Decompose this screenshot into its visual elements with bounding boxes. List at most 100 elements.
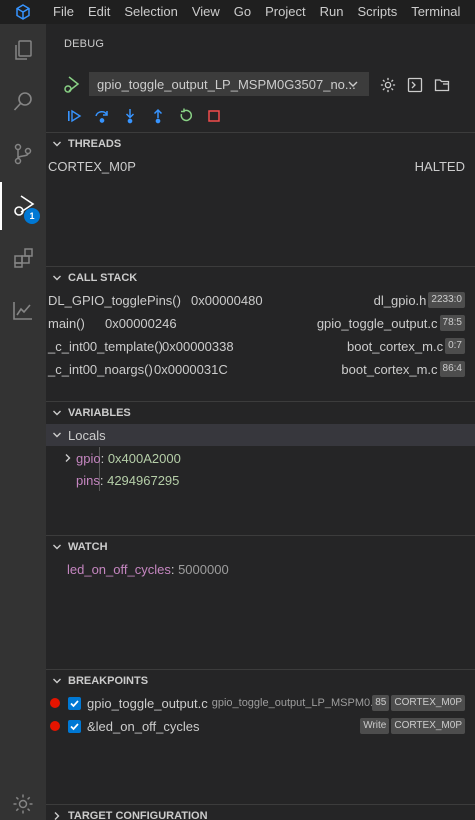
launch-config-select[interactable]: gpio_toggle_output_LP_MSPM0G3507_no... (89, 72, 369, 96)
graph-icon[interactable] (0, 286, 46, 334)
chevron-down-icon (346, 77, 360, 94)
breakpoint-dot-icon (50, 721, 60, 731)
settings-gear-icon[interactable] (0, 780, 46, 820)
frame-function: _c_int00_noargs() (48, 361, 153, 377)
source-control-icon[interactable] (0, 130, 46, 178)
thread-row[interactable]: CORTEX_M0P HALTED (46, 155, 475, 177)
variable-value: 4294967295 (107, 472, 180, 488)
variable-row[interactable]: pins: 4294967295 (46, 469, 475, 491)
stack-frame-row[interactable]: _c_int00_template() 0x00000338 boot_cort… (46, 335, 475, 357)
menu-terminal[interactable]: Terminal (404, 0, 467, 24)
frame-function: main() (48, 315, 85, 331)
debug-sidebar: DEBUG gpio_toggle_output_LP_MSPM0G3507_n… (46, 24, 475, 820)
menu-scripts[interactable]: Scripts (350, 0, 404, 24)
continue-icon[interactable] (60, 104, 88, 128)
variable-name: pins (76, 472, 100, 488)
chevron-down-icon (46, 272, 68, 284)
frame-address: 0x00000480 (191, 292, 263, 308)
run-debug-icon[interactable]: 1 (0, 182, 46, 230)
watch-expression-row[interactable]: led_on_off_cycles: 5000000 (46, 558, 475, 580)
breakpoint-core-badge: CORTEX_M0P (391, 695, 465, 711)
launch-config-row: gpio_toggle_output_LP_MSPM0G3507_no... (46, 72, 475, 98)
start-debugging-icon[interactable] (62, 74, 82, 97)
watch-title: WATCH (68, 540, 108, 553)
watch-expression-value: 5000000 (178, 561, 229, 577)
menu-go[interactable]: Go (227, 0, 258, 24)
locals-scope-row[interactable]: Locals (46, 424, 475, 446)
chevron-down-icon (46, 541, 68, 553)
debug-badge: 1 (24, 208, 40, 224)
frame-file: gpio_toggle_output.c (316, 315, 438, 331)
breakpoint-row[interactable]: gpio_toggle_output.c gpio_toggle_output_… (46, 692, 475, 714)
menu-view[interactable]: View (185, 0, 227, 24)
watch-section-header[interactable]: WATCH (46, 535, 475, 557)
breakpoint-row[interactable]: &led_on_off_cycles Write CORTEX_M0P (46, 715, 475, 737)
menu-run[interactable]: Run (313, 0, 351, 24)
frame-position-badge: 2233:0 (428, 292, 465, 308)
target-configuration-section-header[interactable]: TARGET CONFIGURATION (46, 804, 475, 820)
thread-name: CORTEX_M0P (48, 158, 136, 174)
breakpoint-enabled-checkbox[interactable] (68, 719, 81, 733)
frame-address: 0x00000246 (105, 315, 177, 331)
menu-selection[interactable]: Selection (117, 0, 184, 24)
menu-edit[interactable]: Edit (81, 0, 117, 24)
search-icon[interactable] (0, 78, 46, 126)
chevron-right-icon (46, 810, 68, 820)
activity-bar: 1 (0, 24, 46, 820)
target-configuration-title: TARGET CONFIGURATION (68, 809, 208, 820)
threads-section-header[interactable]: THREADS (46, 132, 475, 154)
variable-value: 0x400A2000 (107, 450, 181, 466)
breakpoint-access-badge: Write (360, 718, 390, 734)
thread-state: HALTED (414, 158, 465, 174)
settings-gear-icon[interactable] (377, 74, 399, 96)
frame-file: boot_cortex_m.c (341, 361, 438, 377)
variable-name: gpio (76, 450, 101, 466)
breakpoints-section-header[interactable]: BREAKPOINTS (46, 669, 475, 691)
call-stack-title: CALL STACK (68, 271, 138, 284)
step-into-icon[interactable] (116, 104, 144, 128)
frame-address: 0x0000031C (154, 361, 228, 377)
stack-frame-row[interactable]: DL_GPIO_togglePins() 0x00000480 dl_gpio.… (46, 289, 475, 311)
variables-title: VARIABLES (68, 406, 131, 419)
chevron-right-icon[interactable] (60, 452, 76, 464)
menu-project[interactable]: Project (258, 0, 312, 24)
explorer-icon[interactable] (0, 26, 46, 74)
breakpoint-enabled-checkbox[interactable] (68, 696, 81, 710)
frame-position-badge: 0:7 (445, 338, 465, 354)
breakpoint-line-badge: 85 (372, 695, 390, 711)
frame-function: _c_int00_template() (48, 338, 163, 354)
frame-function: DL_GPIO_togglePins() (48, 292, 181, 308)
stack-frame-row[interactable]: main() 0x00000246 gpio_toggle_output.c 78… (46, 312, 475, 334)
title-bar: File Edit Selection View Go Project Run … (0, 0, 475, 24)
launch-config-label: gpio_toggle_output_LP_MSPM0G3507_no... (97, 76, 356, 92)
step-over-icon[interactable] (88, 104, 116, 128)
breakpoint-core-badge: CORTEX_M0P (391, 718, 465, 734)
threads-title: THREADS (68, 137, 122, 150)
locals-label: Locals (68, 427, 106, 443)
frame-position-badge: 86:4 (439, 361, 465, 377)
stop-icon[interactable] (200, 104, 228, 128)
menu-bar: File Edit Selection View Go Project Run … (46, 0, 467, 24)
breakpoint-label: gpio_toggle_output.c (87, 695, 208, 711)
chevron-down-icon (46, 138, 68, 150)
call-stack-section-header[interactable]: CALL STACK (46, 266, 475, 288)
app-logo-icon (0, 0, 46, 24)
open-folder-icon[interactable] (431, 74, 453, 96)
menu-file[interactable]: File (46, 0, 81, 24)
step-out-icon[interactable] (144, 104, 172, 128)
frame-address: 0x00000338 (162, 338, 234, 354)
breakpoint-dot-icon (50, 698, 60, 708)
debug-console-icon[interactable] (404, 74, 426, 96)
extensions-icon[interactable] (0, 234, 46, 282)
watch-expression-name: led_on_off_cycles (67, 561, 171, 577)
restart-icon[interactable] (172, 104, 200, 128)
debug-view-title: DEBUG (64, 38, 105, 50)
variables-section-header[interactable]: VARIABLES (46, 401, 475, 423)
stack-frame-row[interactable]: _c_int00_noargs() 0x0000031C boot_cortex… (46, 358, 475, 380)
breakpoint-detail: gpio_toggle_output_LP_MSPM0... (211, 697, 375, 709)
frame-position-badge: 78:5 (439, 315, 465, 331)
breakpoints-title: BREAKPOINTS (68, 674, 149, 687)
variable-row[interactable]: gpio: 0x400A2000 (46, 447, 475, 469)
chevron-down-icon (46, 675, 68, 687)
breakpoint-label: &led_on_off_cycles (87, 718, 200, 734)
